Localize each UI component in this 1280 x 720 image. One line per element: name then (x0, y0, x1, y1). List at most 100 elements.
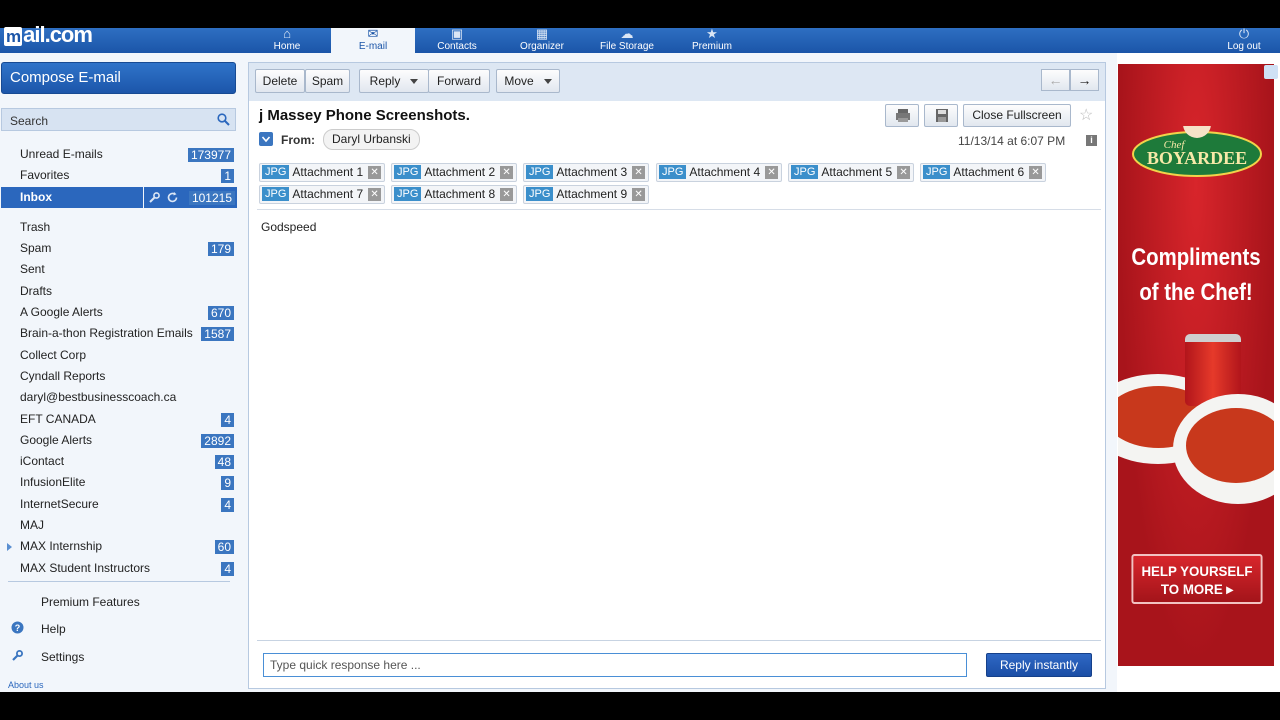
printer-icon (896, 109, 910, 122)
remove-attachment-icon[interactable]: ✕ (500, 166, 514, 179)
folder-sent[interactable]: Sent (1, 259, 236, 280)
advertisement[interactable]: BOYARDEE Chef Compliments of the Chef! H… (1117, 53, 1280, 692)
home-icon: ⌂ (283, 26, 291, 41)
nav-file-storage[interactable]: ☁ File Storage (585, 26, 669, 53)
count-badge: 4 (221, 497, 234, 512)
folder-a-google-alerts[interactable]: A Google Alerts 670 (1, 302, 236, 323)
move-dropdown-icon[interactable] (543, 79, 552, 85)
folder-list: Unread E-mails 173977 Favorites 1 Inbox 10… (1, 144, 237, 579)
prev-message-arrow-icon[interactable]: ← (1041, 69, 1070, 91)
folder-max-internship[interactable]: MAX Internship 60 (1, 536, 236, 557)
folder-internetsecure[interactable]: InternetSecure 4 (1, 494, 236, 515)
delete-button[interactable]: Delete (255, 69, 305, 93)
quick-reply-divider (257, 640, 1101, 641)
remove-attachment-icon[interactable]: ✕ (632, 188, 646, 201)
folder-maj[interactable]: MAJ (1, 515, 236, 536)
expand-arrow-icon[interactable] (7, 543, 12, 552)
folder-icontact[interactable]: iContact 48 (1, 451, 236, 472)
svg-text:BOYARDEE: BOYARDEE (1147, 148, 1247, 168)
floppy-disk-icon (936, 109, 948, 122)
count-badge: 1587 (201, 327, 234, 342)
nav-home[interactable]: ⌂ Home (245, 26, 329, 53)
move-button[interactable]: Move (496, 69, 560, 93)
attachment-item[interactable]: JPG Attachment 8 ✕ (391, 185, 518, 204)
jpg-badge: JPG (262, 187, 290, 201)
info-icon[interactable]: i (1086, 135, 1097, 146)
wrench-icon[interactable] (148, 191, 161, 204)
about-us-link[interactable]: About us (8, 680, 44, 690)
nav-contacts[interactable]: ▣ Contacts (415, 27, 499, 53)
folder-cyndall-reports[interactable]: Cyndall Reports (1, 366, 236, 387)
inbox-actions: 101215 (144, 186, 237, 208)
sender-chip[interactable]: Daryl Urbanski (323, 129, 420, 150)
attachment-item[interactable]: JPG Attachment 1 ✕ (259, 163, 386, 182)
jpg-badge: JPG (526, 187, 554, 201)
favorite-star-icon[interactable]: ☆ (1079, 105, 1093, 125)
ad-cta-button[interactable]: HELP YOURSELF TO MORE ▸ (1131, 554, 1263, 604)
star-icon: ★ (706, 26, 718, 41)
refresh-icon[interactable] (166, 191, 179, 204)
premium-features-link[interactable]: Premium Features (41, 595, 140, 609)
attachment-item[interactable]: JPG Attachment 2 ✕ (391, 163, 518, 182)
jpg-badge: JPG (791, 165, 819, 179)
folder-drafts[interactable]: Drafts (1, 281, 236, 302)
count-badge: 101215 (188, 190, 235, 205)
reply-dropdown-icon[interactable] (410, 79, 419, 85)
folder-daryl-email[interactable]: daryl@bestbusinesscoach.ca (1, 387, 236, 408)
folder-eft-canada[interactable]: EFT CANADA 4 (1, 409, 236, 430)
reply-instantly-button[interactable]: Reply instantly (986, 653, 1092, 677)
folder-google-alerts[interactable]: Google Alerts 2892 (1, 430, 236, 451)
mailcom-logo[interactable]: m ail.com (4, 22, 93, 48)
remove-attachment-icon[interactable]: ✕ (1029, 166, 1043, 179)
remove-attachment-icon[interactable]: ✕ (632, 166, 646, 179)
quick-reply-input[interactable]: Type quick response here ... (263, 653, 967, 677)
compose-button[interactable]: Compose E-mail (1, 62, 236, 94)
folder-inbox[interactable]: Inbox (1, 186, 143, 208)
remove-attachment-icon[interactable]: ✕ (368, 188, 382, 201)
attachment-item[interactable]: JPG Attachment 4 ✕ (656, 163, 783, 182)
folder-max-student-instructors[interactable]: MAX Student Instructors 4 (1, 558, 236, 579)
attachment-item[interactable]: JPG Attachment 3 ✕ (523, 163, 650, 182)
folder-infusionelite[interactable]: InfusionElite 9 (1, 472, 236, 493)
count-badge: 4 (221, 561, 234, 576)
nav-email[interactable]: ✉ E-mail (331, 27, 415, 53)
message-toolbar: Delete Spam Reply Forward Move ← → (249, 63, 1105, 101)
settings-link[interactable]: Settings (41, 650, 84, 664)
help-link[interactable]: Help (41, 622, 66, 636)
remove-attachment-icon[interactable]: ✕ (500, 188, 514, 201)
count-badge: 2892 (201, 433, 234, 448)
collapse-header-icon[interactable] (259, 132, 273, 146)
remove-attachment-icon[interactable]: ✕ (368, 166, 382, 179)
ad-banner[interactable]: BOYARDEE Chef Compliments of the Chef! H… (1118, 64, 1274, 666)
nav-premium[interactable]: ★ Premium (670, 26, 754, 53)
folder-unread[interactable]: Unread E-mails 173977 (1, 144, 236, 165)
count-badge: 48 (214, 455, 234, 470)
folder-collect-corp[interactable]: Collect Corp (1, 345, 236, 366)
next-message-arrow-icon[interactable]: → (1070, 69, 1099, 91)
close-fullscreen-button[interactable]: Close Fullscreen (963, 104, 1071, 127)
remove-attachment-icon[interactable]: ✕ (897, 166, 911, 179)
search-input[interactable]: Search (1, 108, 236, 131)
attachment-item[interactable]: JPG Attachment 9 ✕ (523, 185, 650, 204)
save-button[interactable] (924, 104, 958, 127)
nav-organizer[interactable]: ▦ Organizer (500, 27, 584, 53)
print-button[interactable] (885, 104, 919, 127)
forward-button[interactable]: Forward (428, 69, 490, 93)
attachment-item[interactable]: JPG Attachment 5 ✕ (788, 163, 915, 182)
adchoices-icon[interactable] (1264, 65, 1278, 79)
logo-text: ail.com (23, 22, 93, 47)
folder-trash[interactable]: Trash (1, 217, 236, 238)
attachment-item[interactable]: JPG Attachment 7 ✕ (259, 185, 386, 204)
folder-spam[interactable]: Spam 179 (1, 238, 236, 259)
cloud-icon: ☁ (620, 26, 634, 41)
remove-attachment-icon[interactable]: ✕ (765, 166, 779, 179)
folder-brain-a-thon[interactable]: Brain-a-thon Registration Emails 1587 (1, 323, 236, 344)
spam-button[interactable]: Spam (305, 69, 350, 93)
search-placeholder: Search (10, 114, 49, 128)
folder-favorites[interactable]: Favorites 1 (1, 165, 236, 186)
nav-logout[interactable]: ⏻ Log out (1202, 27, 1280, 53)
reply-button[interactable]: Reply (359, 69, 429, 93)
mail-app: Compose E-mail Search Unread E-mails 1739… (0, 53, 1117, 692)
attachment-item[interactable]: JPG Attachment 6 ✕ (920, 163, 1047, 182)
search-icon[interactable] (217, 113, 230, 126)
